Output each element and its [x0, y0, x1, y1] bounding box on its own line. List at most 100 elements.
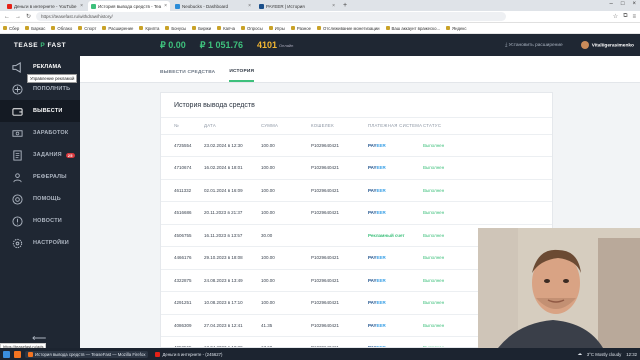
bookmark-item[interactable]: Баркас — [25, 26, 45, 31]
payment-system: PAYEER — [368, 201, 423, 225]
extensions-icon[interactable]: ⧉ — [623, 13, 627, 20]
taskbar-app-firefox[interactable]: История вывода средств — TeaseFast — Moz… — [25, 350, 149, 358]
withdraw-date: 10.08.2023 в 17:10 — [204, 291, 261, 315]
folder-icon — [3, 26, 7, 30]
withdraw-wallet: P1029640421 — [311, 246, 368, 270]
bookmark-item[interactable]: Биржи — [192, 26, 211, 31]
withdraw-wallet: P1029640421 — [311, 179, 368, 202]
payeer-logo: PAYEER — [368, 300, 386, 306]
tooltip: Управление рекламой — [27, 74, 78, 83]
online-count: 4101 — [257, 40, 278, 50]
card-title: История вывода средств — [161, 93, 552, 118]
ad-balance: ₽ 1 051.76 — [199, 39, 244, 50]
new-tab-button[interactable]: + — [343, 2, 347, 9]
back-icon[interactable]: ← — [4, 14, 10, 20]
payment-system: PAYEER — [368, 246, 423, 270]
close-icon[interactable]: × — [248, 3, 251, 9]
sidebar-item-withdraw[interactable]: ВЫВЕСТИ — [0, 100, 80, 122]
maximize-icon[interactable]: □ — [621, 1, 625, 7]
bookmark-star-icon[interactable]: ☆ — [613, 13, 618, 20]
payment-system: PAYEER — [368, 179, 423, 202]
os-taskbar: История вывода средств — TeaseFast — Moz… — [0, 348, 640, 360]
browser-tab[interactable]: Деньги в интернете - YouTube × — [4, 1, 86, 11]
bookmark-item[interactable]: Яндекс — [446, 26, 467, 31]
tasks-icon — [12, 149, 23, 161]
folder-icon — [78, 26, 83, 30]
main-balance: ₽ 0.00 — [160, 39, 186, 50]
close-window-icon[interactable]: × — [632, 1, 636, 7]
menu-icon[interactable]: ≡ — [632, 14, 636, 20]
bookmark-item[interactable]: Ваш аккаунт вражеско... — [385, 26, 440, 31]
withdraw-amount: 17.60 — [261, 336, 311, 347]
bookmark-item[interactable]: Спорт — [78, 26, 96, 31]
tab-withdraw-funds[interactable]: ВЫВЕСТИ СРЕДСТВА — [160, 70, 215, 82]
bookmark-item[interactable]: Разное — [290, 26, 311, 31]
weather-icon: ☁ — [577, 351, 582, 356]
install-extension-link[interactable]: ⤓ Установить расширение — [505, 42, 563, 48]
sidebar-item-settings[interactable]: НАСТРОЙКИ — [0, 232, 80, 254]
webcam-overlay — [478, 228, 640, 348]
bookmark-item[interactable]: Расширение — [102, 26, 133, 31]
forward-icon[interactable]: → — [15, 14, 21, 20]
payeer-logo: PAYEER — [368, 142, 386, 148]
payment-system: PAYEER — [368, 269, 423, 292]
folder-icon — [102, 26, 107, 30]
withdraw-date: 24.08.2023 в 13:49 — [204, 269, 261, 292]
withdraw-amount: 100.00 — [261, 201, 311, 225]
withdraw-date: 02.01.2024 в 16:09 — [204, 179, 261, 202]
folder-icon — [290, 26, 295, 30]
browser-tab[interactable]: Neobucks - Dashboard × — [172, 1, 254, 11]
app-header: TEASE P FAST ₽ 0.00 ₽ 1 051.76 4101 Онла… — [0, 34, 640, 56]
bookmark-item[interactable]: Сбер — [3, 26, 19, 31]
withdraw-id: 4086309 — [161, 314, 204, 337]
browser-tab[interactable]: PAYEER | История × — [256, 1, 338, 11]
bookmark-item[interactable]: Отслеживание монетизации — [317, 26, 380, 31]
folder-icon — [385, 26, 390, 30]
sidebar-item-tasks[interactable]: ЗАДАНИЯ 25 — [0, 144, 80, 166]
taskbar-app-youtube[interactable]: Деньги в интернете - (245627) — [152, 351, 225, 358]
bookmark-item[interactable]: Игры — [268, 26, 285, 31]
close-icon[interactable]: × — [332, 3, 335, 9]
withdraw-id: 4516686 — [161, 201, 204, 225]
bookmark-item[interactable]: Крипта — [139, 26, 159, 31]
payment-system: PAYEER — [368, 314, 423, 337]
browser-tab-active[interactable]: История вывода средств - Tea × — [88, 1, 170, 11]
withdraw-status: Выполнен — [423, 156, 552, 180]
balances: ₽ 0.00 ₽ 1 051.76 4101 Онлайн — [160, 40, 293, 51]
address-bar: ← → ↻ https://teasefast.ru/withdraw/hist… — [0, 11, 640, 23]
reload-icon[interactable]: ↻ — [26, 13, 31, 20]
youtube-icon — [155, 351, 161, 357]
col-number: № — [161, 118, 204, 135]
col-amount: СУММА — [261, 118, 311, 135]
bookmark-item[interactable]: Облако — [51, 26, 72, 31]
sidebar-item-news[interactable]: НОВОСТИ — [0, 210, 80, 232]
sidebar-item-help[interactable]: ПОМОЩЬ — [0, 188, 80, 210]
megaphone-icon — [12, 61, 23, 73]
site-logo[interactable]: TEASE P FAST — [0, 42, 80, 49]
sidebar-item-referrals[interactable]: РЕФЕРАЛЫ — [0, 166, 80, 188]
close-icon[interactable]: × — [80, 3, 83, 9]
payment-system: PAYEER — [368, 291, 423, 315]
payeer-logo: PAYEER — [368, 187, 386, 193]
close-icon[interactable]: × — [164, 3, 167, 9]
bookmark-item[interactable]: Бонусы — [165, 26, 186, 31]
sidebar-item-earnings[interactable]: ЗАРАБОТОК — [0, 122, 80, 144]
firefox-icon[interactable] — [14, 350, 21, 358]
bookmark-item[interactable]: Капча — [217, 26, 235, 31]
withdraw-tabs: ВЫВЕСТИ СРЕДСТВА ИСТОРИЯ — [80, 56, 640, 83]
online-label: Онлайн — [279, 42, 294, 48]
col-system: ПЛАТЕЖНАЯ СИСТЕМА — [368, 118, 423, 135]
bookmark-item[interactable]: Опросы — [241, 26, 263, 31]
withdraw-amount: 100.00 — [261, 156, 311, 180]
help-icon — [12, 193, 23, 205]
withdraw-id: 4322875 — [161, 269, 204, 292]
start-icon[interactable] — [3, 350, 10, 358]
folder-icon — [446, 26, 451, 30]
minimize-icon[interactable]: – — [610, 1, 613, 7]
url-input[interactable]: https://teasefast.ru/withdraw/history/ — [36, 12, 507, 21]
folder-icon — [317, 26, 322, 30]
tab-history[interactable]: ИСТОРИЯ — [229, 69, 255, 82]
withdraw-status: Выполнен — [423, 134, 552, 157]
user-menu[interactable]: Vitaliigerasimenko — [580, 41, 634, 49]
withdraw-id: 4725554 — [161, 134, 204, 157]
